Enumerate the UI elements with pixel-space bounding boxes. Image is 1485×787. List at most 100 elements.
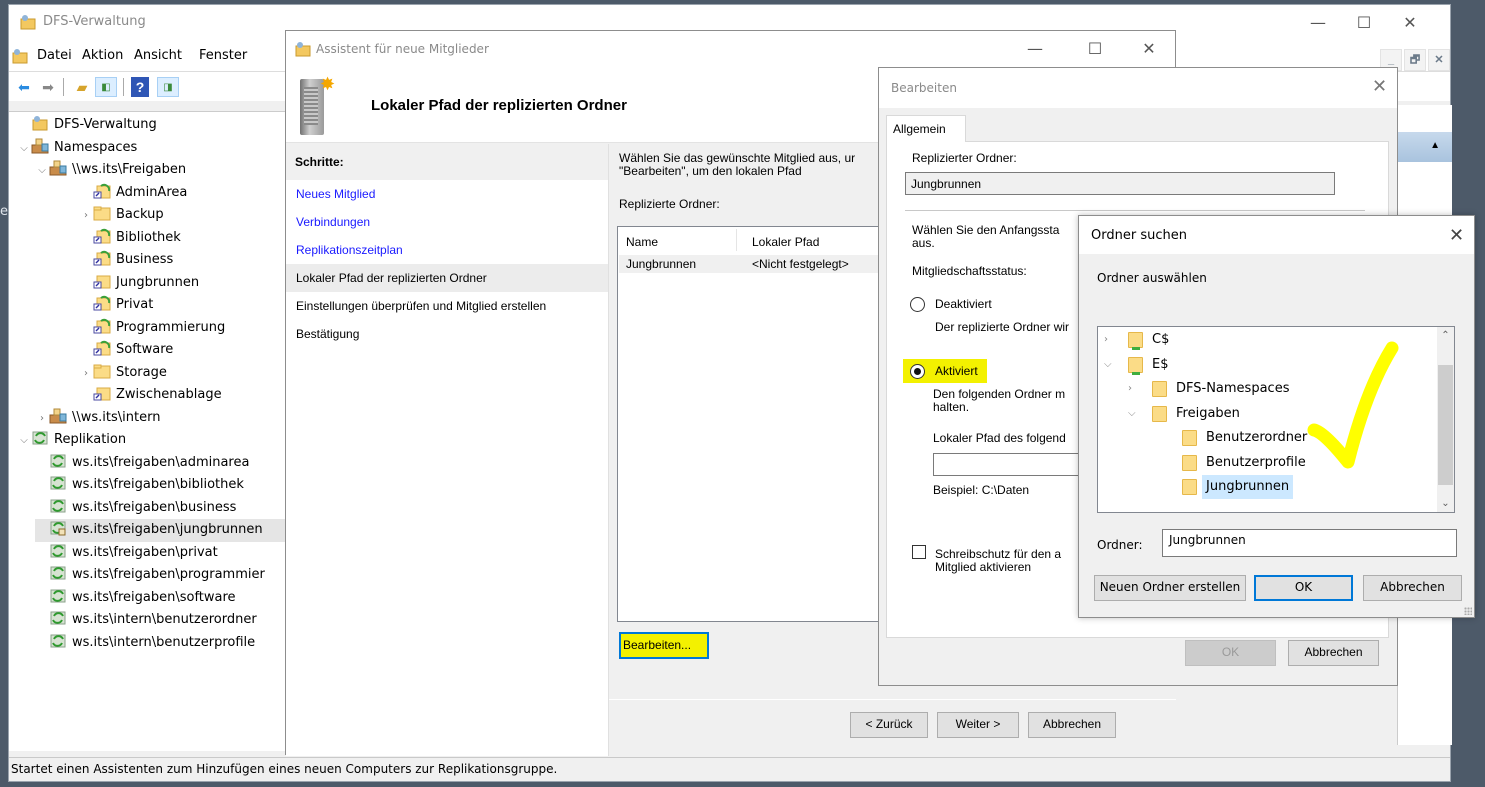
folder-tree-scrollbar[interactable]: ⌃ ⌄ bbox=[1437, 327, 1454, 512]
console-tree[interactable]: DFS-Verwaltung ⌵ Namespaces ⌵ \\ws.its\Freig… bbox=[9, 111, 287, 751]
tree-node[interactable]: ⌵ \\ws.its\Freigaben bbox=[35, 159, 186, 182]
tree-node[interactable]: Bibliothek bbox=[79, 227, 181, 250]
checkmark-annotation bbox=[1307, 341, 1399, 469]
maximize-button[interactable]: ☐ bbox=[1341, 9, 1387, 37]
step-replikationszeitplan[interactable]: Replikationszeitplan bbox=[286, 236, 608, 264]
radio-deaktiviert-label[interactable]: Deaktiviert bbox=[935, 298, 992, 311]
scroll-down-icon[interactable]: ⌄ bbox=[1437, 495, 1454, 512]
tree-node[interactable]: Software bbox=[79, 339, 173, 362]
column-header-local-path[interactable]: Lokaler Pfad bbox=[752, 235, 819, 249]
edit-cancel-button[interactable]: Abbrechen bbox=[1288, 640, 1379, 666]
menu-fenster[interactable]: Fenster bbox=[199, 48, 247, 63]
tree-node[interactable]: DFS-Verwaltung bbox=[17, 114, 157, 137]
collapse-arrow-icon[interactable]: ▲ bbox=[1430, 140, 1440, 151]
tree-node[interactable]: ⌵ Namespaces bbox=[17, 137, 137, 160]
step-verbindungen[interactable]: Verbindungen bbox=[286, 208, 608, 236]
replicated-folder-icon bbox=[93, 318, 111, 333]
browse-dialog-close-button[interactable]: ✕ bbox=[1449, 225, 1464, 246]
table-row[interactable]: Jungbrunnen <Nicht festgelegt> bbox=[619, 255, 887, 273]
close-button[interactable]: ✕ bbox=[1387, 9, 1433, 37]
wizard-minimize-button[interactable]: — bbox=[1012, 35, 1058, 63]
show-hide-tree-icon[interactable]: ◧ bbox=[95, 77, 117, 97]
tree-node[interactable]: › \\ws.its\intern bbox=[35, 407, 160, 430]
tree-node[interactable]: ws.its\intern\benutzerordner bbox=[35, 609, 257, 632]
tree-node-label: ws.its\freigaben\jungbrunnen bbox=[72, 522, 263, 537]
tree-node[interactable]: AdminArea bbox=[79, 182, 187, 205]
tree-node[interactable]: ⌵ Replikation bbox=[17, 429, 126, 452]
scroll-up-icon[interactable]: ⌃ bbox=[1437, 327, 1454, 344]
help-icon[interactable]: ? bbox=[131, 77, 149, 97]
tree-node[interactable]: ws.its\freigaben\jungbrunnen bbox=[35, 519, 286, 542]
edit-dialog-close-button[interactable]: ✕ bbox=[1372, 76, 1387, 97]
radio-aktiviert[interactable] bbox=[910, 364, 925, 379]
readonly-checkbox[interactable] bbox=[912, 545, 926, 559]
tree-node-label: ws.its\intern\benutzerprofile bbox=[72, 634, 256, 650]
menu-aktion[interactable]: Aktion bbox=[82, 48, 123, 63]
back-button[interactable]: < Zurück bbox=[850, 712, 928, 738]
replicated-folder-icon bbox=[93, 228, 111, 243]
tree-node[interactable]: Jungbrunnen bbox=[79, 272, 199, 295]
new-folder-button[interactable]: Neuen Ordner erstellen bbox=[1094, 575, 1246, 601]
tree-node[interactable]: Programmierung bbox=[79, 317, 225, 340]
mdi-close-button[interactable]: ✕ bbox=[1428, 49, 1450, 71]
browse-cancel-button[interactable]: Abbrechen bbox=[1363, 575, 1462, 601]
collapsed-chevron-icon[interactable]: › bbox=[79, 205, 93, 228]
next-button[interactable]: Weiter > bbox=[937, 712, 1019, 738]
readonly-checkbox-label[interactable]: Schreibschutz für den a Mitglied aktivie… bbox=[935, 548, 1061, 574]
menu-ansicht[interactable]: Ansicht bbox=[134, 48, 182, 63]
back-icon[interactable]: ⬅ bbox=[13, 77, 35, 97]
folder-input[interactable]: Jungbrunnen bbox=[1162, 529, 1457, 557]
step-neues-mitglied[interactable]: Neues Mitglied bbox=[286, 180, 608, 208]
tree-node[interactable]: › Storage bbox=[79, 362, 167, 385]
tree-node[interactable]: ws.its\freigaben\business bbox=[35, 497, 236, 520]
local-path-input[interactable] bbox=[933, 453, 1083, 476]
expanded-chevron-icon[interactable]: ⌵ bbox=[17, 430, 31, 453]
resize-grip[interactable] bbox=[1464, 607, 1472, 615]
tree-node[interactable]: Zwischenablage bbox=[79, 384, 222, 407]
tree-node[interactable]: Privat bbox=[79, 294, 153, 317]
folder-label: Ordner: bbox=[1097, 538, 1143, 552]
menu-datei[interactable]: Datei bbox=[37, 48, 72, 63]
tree-node[interactable]: ws.its\intern\benutzerprofile bbox=[35, 632, 255, 655]
mdi-restore-button[interactable]: 🗗 bbox=[1404, 49, 1426, 71]
radio-aktiviert-label[interactable]: Aktiviert bbox=[935, 365, 978, 378]
collapsed-chevron-icon[interactable]: › bbox=[1104, 328, 1116, 352]
wizard-cancel-button[interactable]: Abbrechen bbox=[1028, 712, 1116, 738]
wizard-close-button[interactable]: ✕ bbox=[1126, 35, 1172, 63]
edit-ok-button[interactable]: OK bbox=[1185, 640, 1276, 666]
browse-ok-button[interactable]: OK bbox=[1254, 575, 1353, 601]
edit-button[interactable]: Bearbeiten... bbox=[619, 632, 709, 659]
collapsed-chevron-icon[interactable]: › bbox=[1128, 377, 1140, 401]
folder-tree[interactable]: Jungbrunnen Benutzerprofile Benutzerordner… bbox=[1097, 326, 1455, 513]
action-pane-header[interactable]: ▲ bbox=[1398, 132, 1452, 162]
tree-node-label: ws.its\intern\benutzerordner bbox=[72, 612, 257, 627]
wizard-maximize-button[interactable]: ☐ bbox=[1072, 35, 1118, 63]
scroll-thumb[interactable] bbox=[1438, 365, 1453, 485]
expanded-chevron-icon[interactable]: ⌵ bbox=[1104, 353, 1116, 377]
local-path-label: Lokaler Pfad des folgend bbox=[933, 431, 1066, 445]
tree-node[interactable]: ws.its\freigaben\software bbox=[35, 587, 236, 610]
tree-node[interactable]: › Backup bbox=[79, 204, 164, 227]
tree-node[interactable]: ws.its\freigaben\adminarea bbox=[35, 452, 249, 475]
collapsed-chevron-icon[interactable]: › bbox=[79, 363, 93, 386]
replicated-folders-list[interactable]: Name Lokaler Pfad Jungbrunnen <Nicht fes… bbox=[617, 226, 887, 622]
browse-folder-dialog: Ordner suchen ✕ Ordner auswählen Jungbru… bbox=[1078, 215, 1475, 618]
collapsed-chevron-icon[interactable]: › bbox=[35, 408, 49, 431]
replication-group-icon bbox=[50, 499, 66, 512]
expanded-chevron-icon[interactable]: ⌵ bbox=[35, 160, 49, 183]
tab-allgemein[interactable]: Allgemein bbox=[886, 115, 966, 142]
expanded-chevron-icon[interactable]: ⌵ bbox=[17, 138, 31, 161]
minimize-button[interactable]: — bbox=[1295, 9, 1341, 37]
radio-deaktiviert[interactable] bbox=[910, 297, 925, 312]
tree-node[interactable]: ws.its\freigaben\privat bbox=[35, 542, 218, 565]
up-folder-icon[interactable]: ▰ bbox=[71, 77, 93, 97]
tree-node[interactable]: Business bbox=[79, 249, 173, 272]
forward-icon[interactable]: ➡ bbox=[37, 77, 59, 97]
tree-node[interactable]: ws.its\freigaben\bibliothek bbox=[35, 474, 244, 497]
show-hide-action-pane-icon[interactable]: ◨ bbox=[157, 77, 179, 97]
folder-icon bbox=[1182, 454, 1197, 471]
folder-icon bbox=[93, 364, 111, 378]
expanded-chevron-icon[interactable]: ⌵ bbox=[1128, 402, 1140, 426]
column-header-name[interactable]: Name bbox=[626, 235, 658, 249]
tree-node[interactable]: ws.its\freigaben\programmier bbox=[35, 564, 265, 587]
